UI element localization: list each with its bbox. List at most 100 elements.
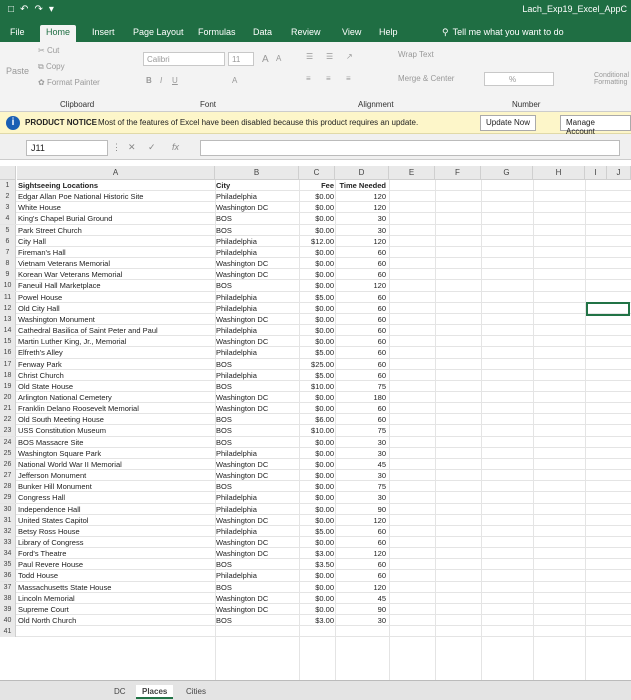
cell-city[interactable]: Washington DC [216,202,298,213]
cell-time-needed[interactable]: 60 [336,347,388,358]
select-all-corner[interactable] [0,166,16,180]
cell-fee[interactable]: $0.00 [300,582,334,593]
tab-page-layout[interactable]: Page Layout [127,25,190,42]
row-number[interactable]: 10 [0,280,16,292]
cell-location[interactable]: City Hall [18,236,214,247]
cell-time-needed[interactable]: 75 [336,381,388,392]
cell-fee[interactable] [300,626,334,637]
row-number[interactable]: 18 [0,369,16,381]
cell-location[interactable]: Korean War Veterans Memorial [18,269,214,280]
copy-button[interactable]: ⧉ Copy [38,62,65,72]
row-number[interactable]: 1 [0,180,16,191]
update-now-button[interactable]: Update Now [480,115,537,131]
cell-time-needed[interactable]: 30 [336,492,388,503]
cell-time-needed[interactable]: 30 [336,437,388,448]
tab-insert[interactable]: Insert [86,25,121,42]
cell-city[interactable]: Philadelphia [216,526,298,537]
cell-location[interactable]: Faneuil Hall Marketplace [18,280,214,291]
font-size-box[interactable]: 11 [228,52,254,66]
row-number[interactable]: 12 [0,302,16,314]
cell-fee[interactable]: $0.00 [300,213,334,224]
cell-fee[interactable]: $0.00 [300,269,334,280]
cell-time-needed[interactable]: 90 [336,604,388,615]
decrease-font-icon[interactable]: A [276,54,281,63]
cell-time-needed[interactable]: 120 [336,515,388,526]
paste-button[interactable]: Paste [6,66,29,76]
cell-fee[interactable]: $0.00 [300,258,334,269]
options-icon[interactable]: ⋮ [112,142,121,153]
cell-location[interactable]: National World War II Memorial [18,459,214,470]
orientation-icon[interactable]: ↗ [346,52,353,61]
cell-fee[interactable]: $0.00 [300,280,334,291]
cell-fee[interactable]: $0.00 [300,191,334,202]
cancel-icon[interactable]: ✕ [128,142,136,153]
cell-time-needed[interactable]: 75 [336,481,388,492]
cell-fee[interactable]: $0.00 [300,504,334,515]
row-number[interactable]: 41 [0,626,16,638]
cell-fee[interactable]: $5.00 [300,292,334,303]
cell-city[interactable]: Washington DC [216,459,298,470]
cell-location[interactable]: Congress Hall [18,492,214,503]
cell-city[interactable]: BOS [216,481,298,492]
cell-city[interactable]: Washington DC [216,470,298,481]
tab-home[interactable]: Home [40,25,77,42]
cell-city[interactable]: Washington DC [216,515,298,526]
cell-fee[interactable]: $0.00 [300,604,334,615]
cell-city[interactable]: Philadelphia [216,370,298,381]
cell-time-needed[interactable]: 60 [336,570,388,581]
cell-city[interactable]: Philadelphia [216,292,298,303]
cell-location[interactable]: Jefferson Monument [18,470,214,481]
sheet-tab-dc[interactable]: DC [108,685,132,699]
italic-button[interactable]: I [160,76,162,85]
font-name-box[interactable]: Calibri [143,52,225,66]
name-box[interactable]: J11 [26,140,108,156]
sheet-tab-places[interactable]: Places [136,685,174,699]
row-number[interactable]: 17 [0,358,16,370]
cell-fee[interactable]: $5.00 [300,370,334,381]
row-number[interactable]: 38 [0,592,16,604]
cell-location[interactable]: United States Capitol [18,515,214,526]
cell-fee[interactable]: $25.00 [300,359,334,370]
cell-time-needed[interactable]: 60 [336,526,388,537]
cell-city[interactable]: Philadelphia [216,448,298,459]
cell-fee[interactable]: $0.00 [300,225,334,236]
cell-city[interactable]: Philadelphia [216,504,298,515]
row-number[interactable]: 33 [0,537,16,548]
column-header-f[interactable]: F [435,166,481,180]
cell-fee[interactable]: $0.00 [300,403,334,414]
format-painter-button[interactable]: ✿ Format Painter [38,78,100,87]
cell-location[interactable]: Old South Meeting House [18,414,214,425]
cell-city[interactable]: Washington DC [216,336,298,347]
cell-time-needed[interactable]: 30 [336,213,388,224]
manage-account-button[interactable]: Manage Account [560,115,631,136]
tab-review[interactable]: Review [285,25,327,42]
cell-location[interactable]: Vietnam Veterans Memorial [18,258,214,269]
cell-city[interactable]: BOS [216,437,298,448]
header-sightseeing-locations[interactable]: Sightseeing Locations [18,180,214,191]
row-number[interactable]: 11 [0,291,16,303]
cell-location[interactable]: Bunker Hill Monument [18,481,214,492]
row-number[interactable]: 40 [0,615,16,627]
cell-location[interactable]: Todd House [18,570,214,581]
merge-center-button[interactable]: Merge & Center [398,74,454,83]
row-number[interactable]: 8 [0,258,16,270]
cell-fee[interactable]: $0.00 [300,448,334,459]
row-number[interactable]: 30 [0,503,16,515]
row-number[interactable]: 5 [0,224,16,236]
cell-location[interactable]: Cathedral Basilica of Saint Peter and Pa… [18,325,214,336]
cell-city[interactable]: Philadelphia [216,247,298,258]
cell-city[interactable]: BOS [216,280,298,291]
cell-location[interactable]: Martin Luther King, Jr., Memorial [18,336,214,347]
cell-location[interactable]: Betsy Ross House [18,526,214,537]
cell-city[interactable]: BOS [216,615,298,626]
cell-city[interactable]: Philadelphia [216,347,298,358]
align-left-icon[interactable]: ≡ [306,74,311,83]
column-header-g[interactable]: G [481,166,533,180]
header-fee[interactable]: Fee [300,180,334,191]
row-number[interactable]: 14 [0,325,16,337]
wrap-text-button[interactable]: Wrap Text [398,50,434,59]
cell-location[interactable]: Old North Church [18,615,214,626]
cell-city[interactable]: Washington DC [216,392,298,403]
header-time-needed[interactable]: Time Needed [336,180,388,191]
cell-fee[interactable]: $10.00 [300,425,334,436]
